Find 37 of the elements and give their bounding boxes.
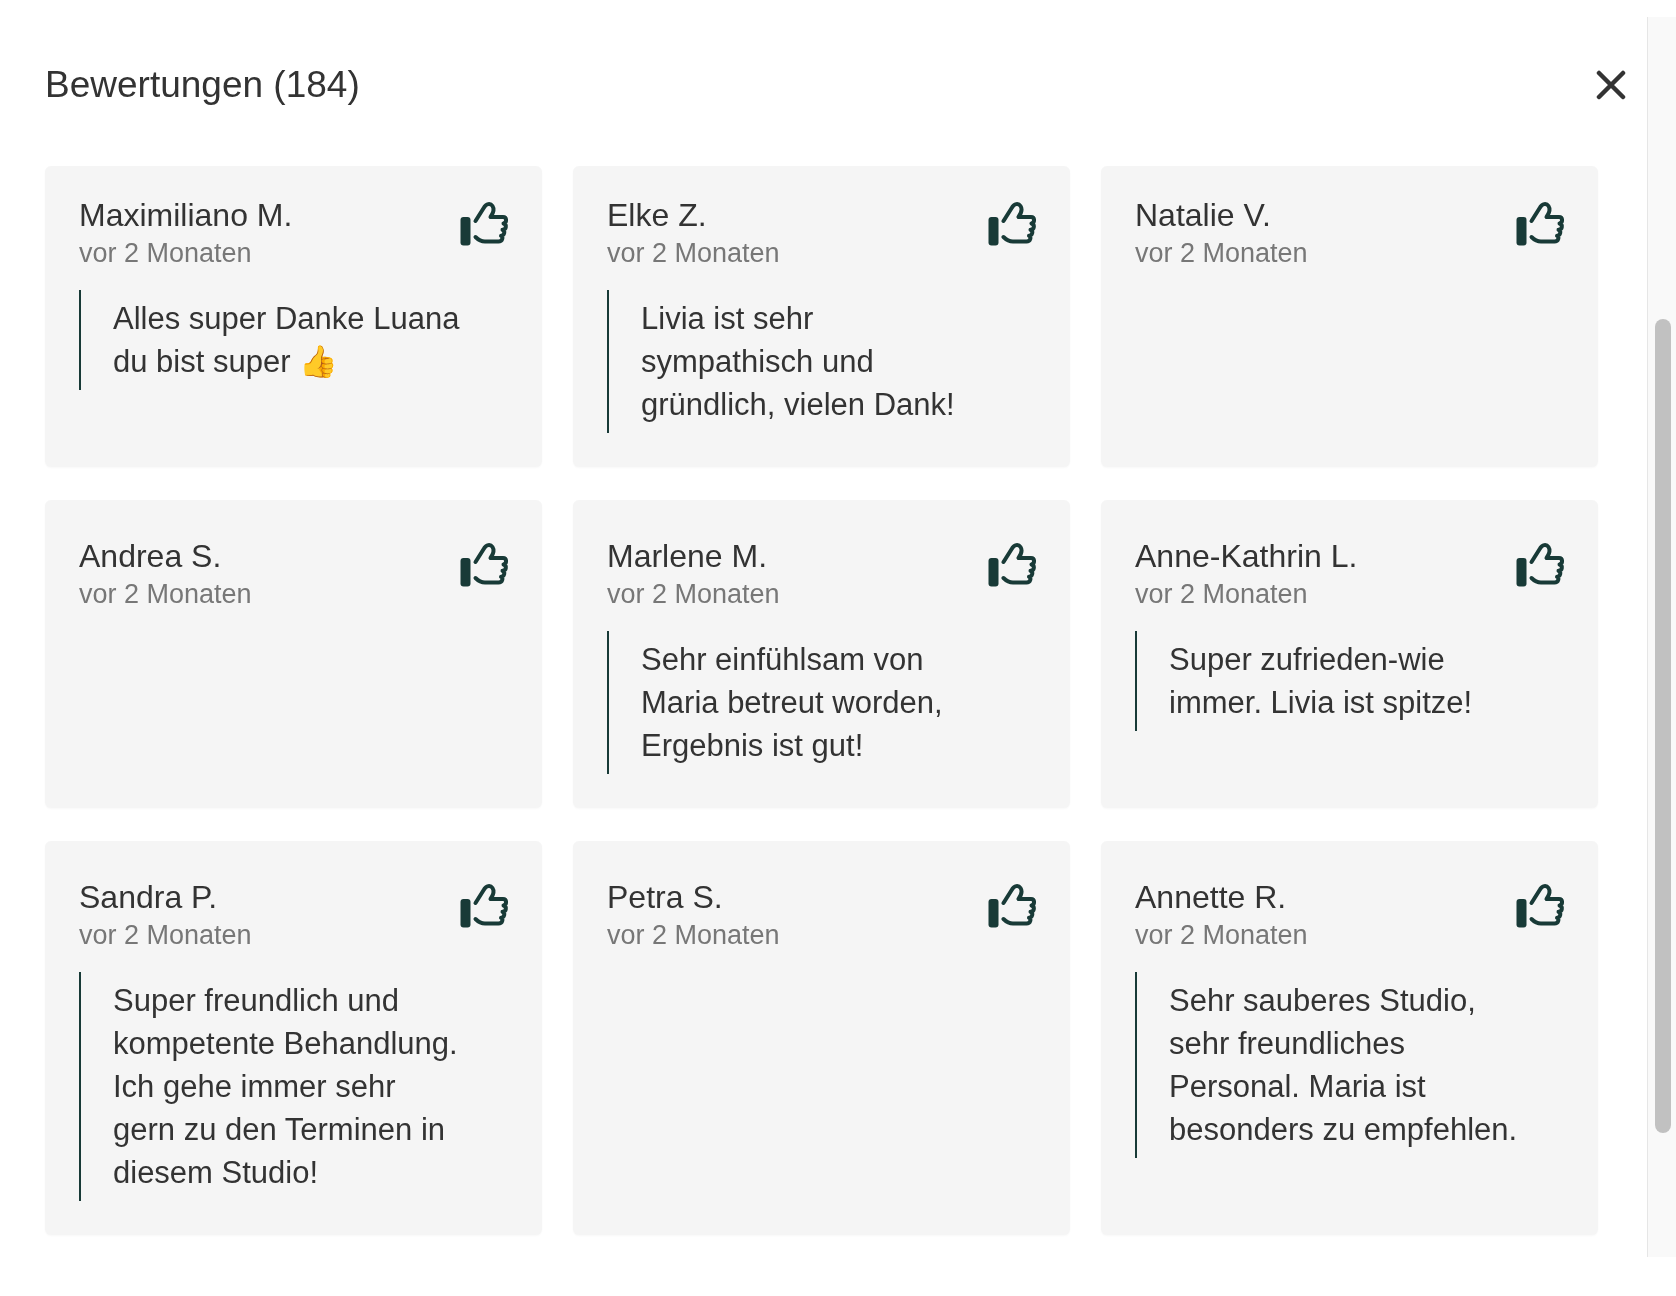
thumbs-up-icon [1516, 882, 1565, 928]
review-text: Sehr sauberes Studio, sehr freundliches Personal. Maria ist besonders zu empfehlen. [1169, 982, 1519, 1149]
thumbs-up-icon [988, 882, 1037, 928]
reviewer-name: Andrea S. [79, 537, 223, 576]
thumbs-up-icon [1516, 541, 1565, 587]
close-button[interactable] [1596, 70, 1626, 100]
review-date: vor 2 Monaten [1135, 578, 1309, 611]
review-text: Sehr einfühlsam von Maria betreut worden, Ergebnis ist gut! [641, 641, 944, 765]
reviewer-name: Petra S. [607, 878, 724, 917]
review-date: vor 2 Monaten [607, 919, 780, 952]
close-icon [1596, 70, 1626, 100]
dialog-title: Bewertungen (184) [45, 63, 360, 107]
review-date: vor 2 Monaten [79, 919, 252, 952]
reviewer-name: Anne-Kathrin L. [1135, 537, 1358, 576]
reviewer-name: Sandra P. [79, 878, 219, 917]
scrollbar-thumb[interactable] [1655, 319, 1671, 1133]
review-date: vor 2 Monaten [79, 578, 252, 611]
thumbs-up-icon [460, 541, 509, 587]
reviewer-name: Maximiliano M. [79, 196, 293, 235]
review-date: vor 2 Monaten [1135, 237, 1308, 270]
review-text: Livia ist sehr sympathisch und gründlich, vielen Dank! [641, 300, 956, 424]
thumbs-up-icon [988, 200, 1037, 246]
reviewer-name: Annette R. [1135, 878, 1288, 917]
reviewer-name: Natalie V. [1135, 196, 1272, 235]
reviewer-name: Marlene M. [607, 537, 769, 576]
reviewer-name: Elke Z. [607, 196, 708, 235]
review-text: Super zufrieden-wie immer. Livia ist spitze! [1169, 641, 1474, 722]
review-text: Super freundlich und kompetente Behandlung. Ich gehe immer sehr gern zu den Terminen in diesem Studio! [113, 982, 459, 1192]
thumbs-up-icon [1516, 200, 1565, 246]
review-date: vor 2 Monaten [607, 237, 780, 270]
thumbs-up-icon [460, 882, 509, 928]
review-date: vor 2 Monaten [607, 578, 780, 611]
review-date: vor 2 Monaten [79, 237, 253, 270]
review-text: Alles super Danke Luana du bist super 👍 [113, 300, 461, 381]
review-date: vor 2 Monaten [1135, 919, 1308, 952]
thumbs-up-icon [988, 541, 1037, 587]
thumbs-up-icon [460, 200, 509, 246]
